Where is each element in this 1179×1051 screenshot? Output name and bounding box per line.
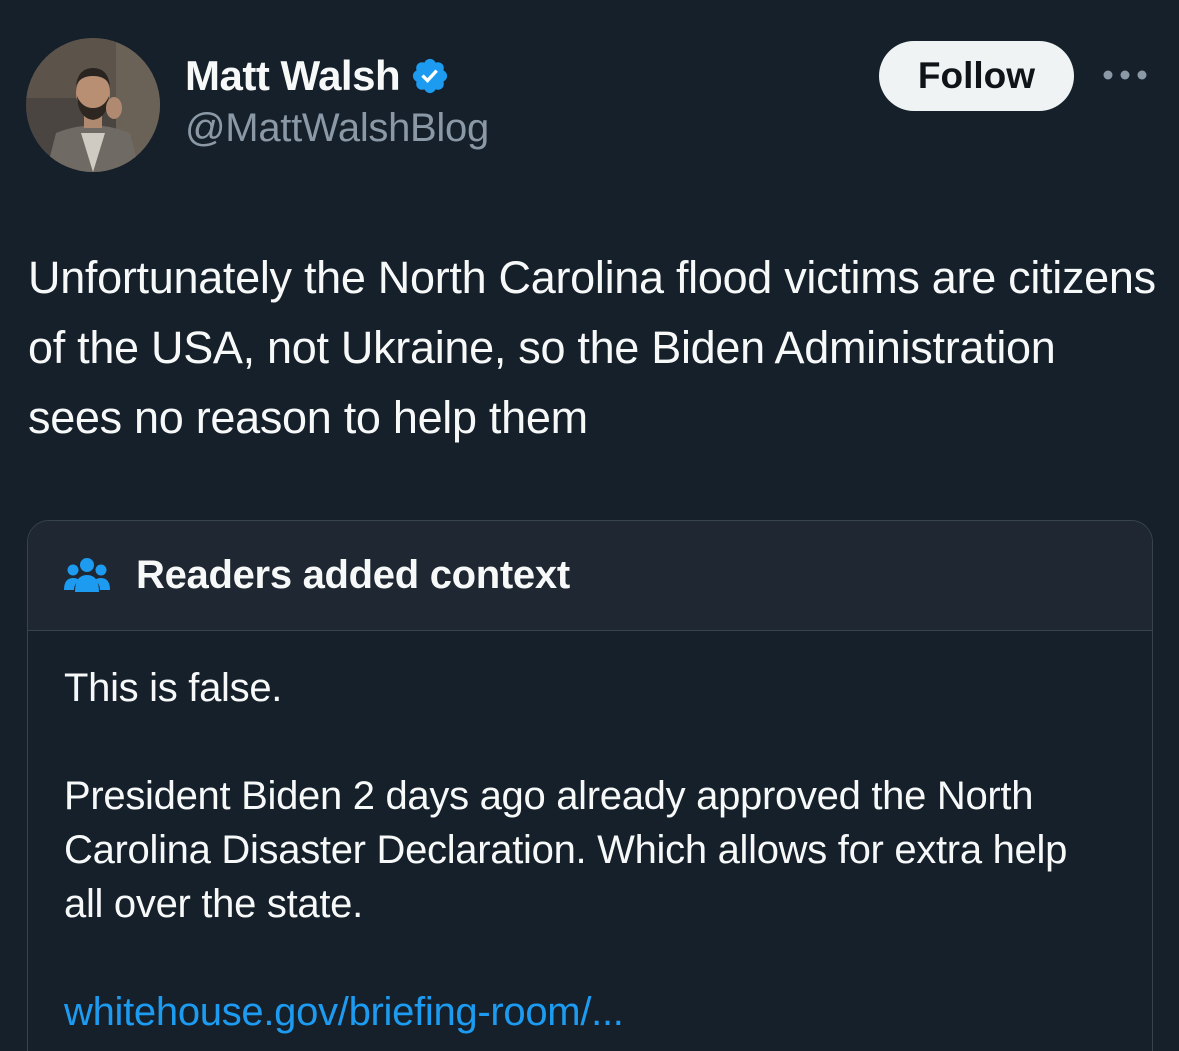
source-link[interactable]: whitehouse.gov/briefing-room/... — [64, 990, 624, 1034]
community-note-title: Readers added context — [136, 553, 570, 597]
author-handle[interactable]: @MattWalshBlog — [185, 106, 489, 151]
verified-badge-icon[interactable] — [410, 56, 450, 96]
note-paragraph: President Biden 2 days ago already appro… — [64, 774, 1068, 926]
note-paragraph: This is false. — [64, 666, 283, 710]
author-name-row[interactable]: Matt Walsh — [185, 50, 450, 102]
more-horizontal-icon[interactable] — [1100, 55, 1150, 95]
follow-button[interactable]: Follow — [879, 41, 1074, 111]
author-name[interactable]: Matt Walsh — [185, 52, 401, 100]
post-page: Matt Walsh @MattWalshBlog Follow Unfortu… — [0, 0, 1179, 1051]
community-note: Readers added context This is false. Pre… — [27, 520, 1153, 1051]
community-note-body: This is false. President Biden 2 days ag… — [28, 631, 1152, 1039]
post-text: Unfortunately the North Carolina flood v… — [28, 252, 1156, 443]
avatar[interactable] — [26, 38, 160, 172]
community-note-header[interactable]: Readers added context — [28, 521, 1152, 631]
people-icon — [64, 556, 110, 596]
